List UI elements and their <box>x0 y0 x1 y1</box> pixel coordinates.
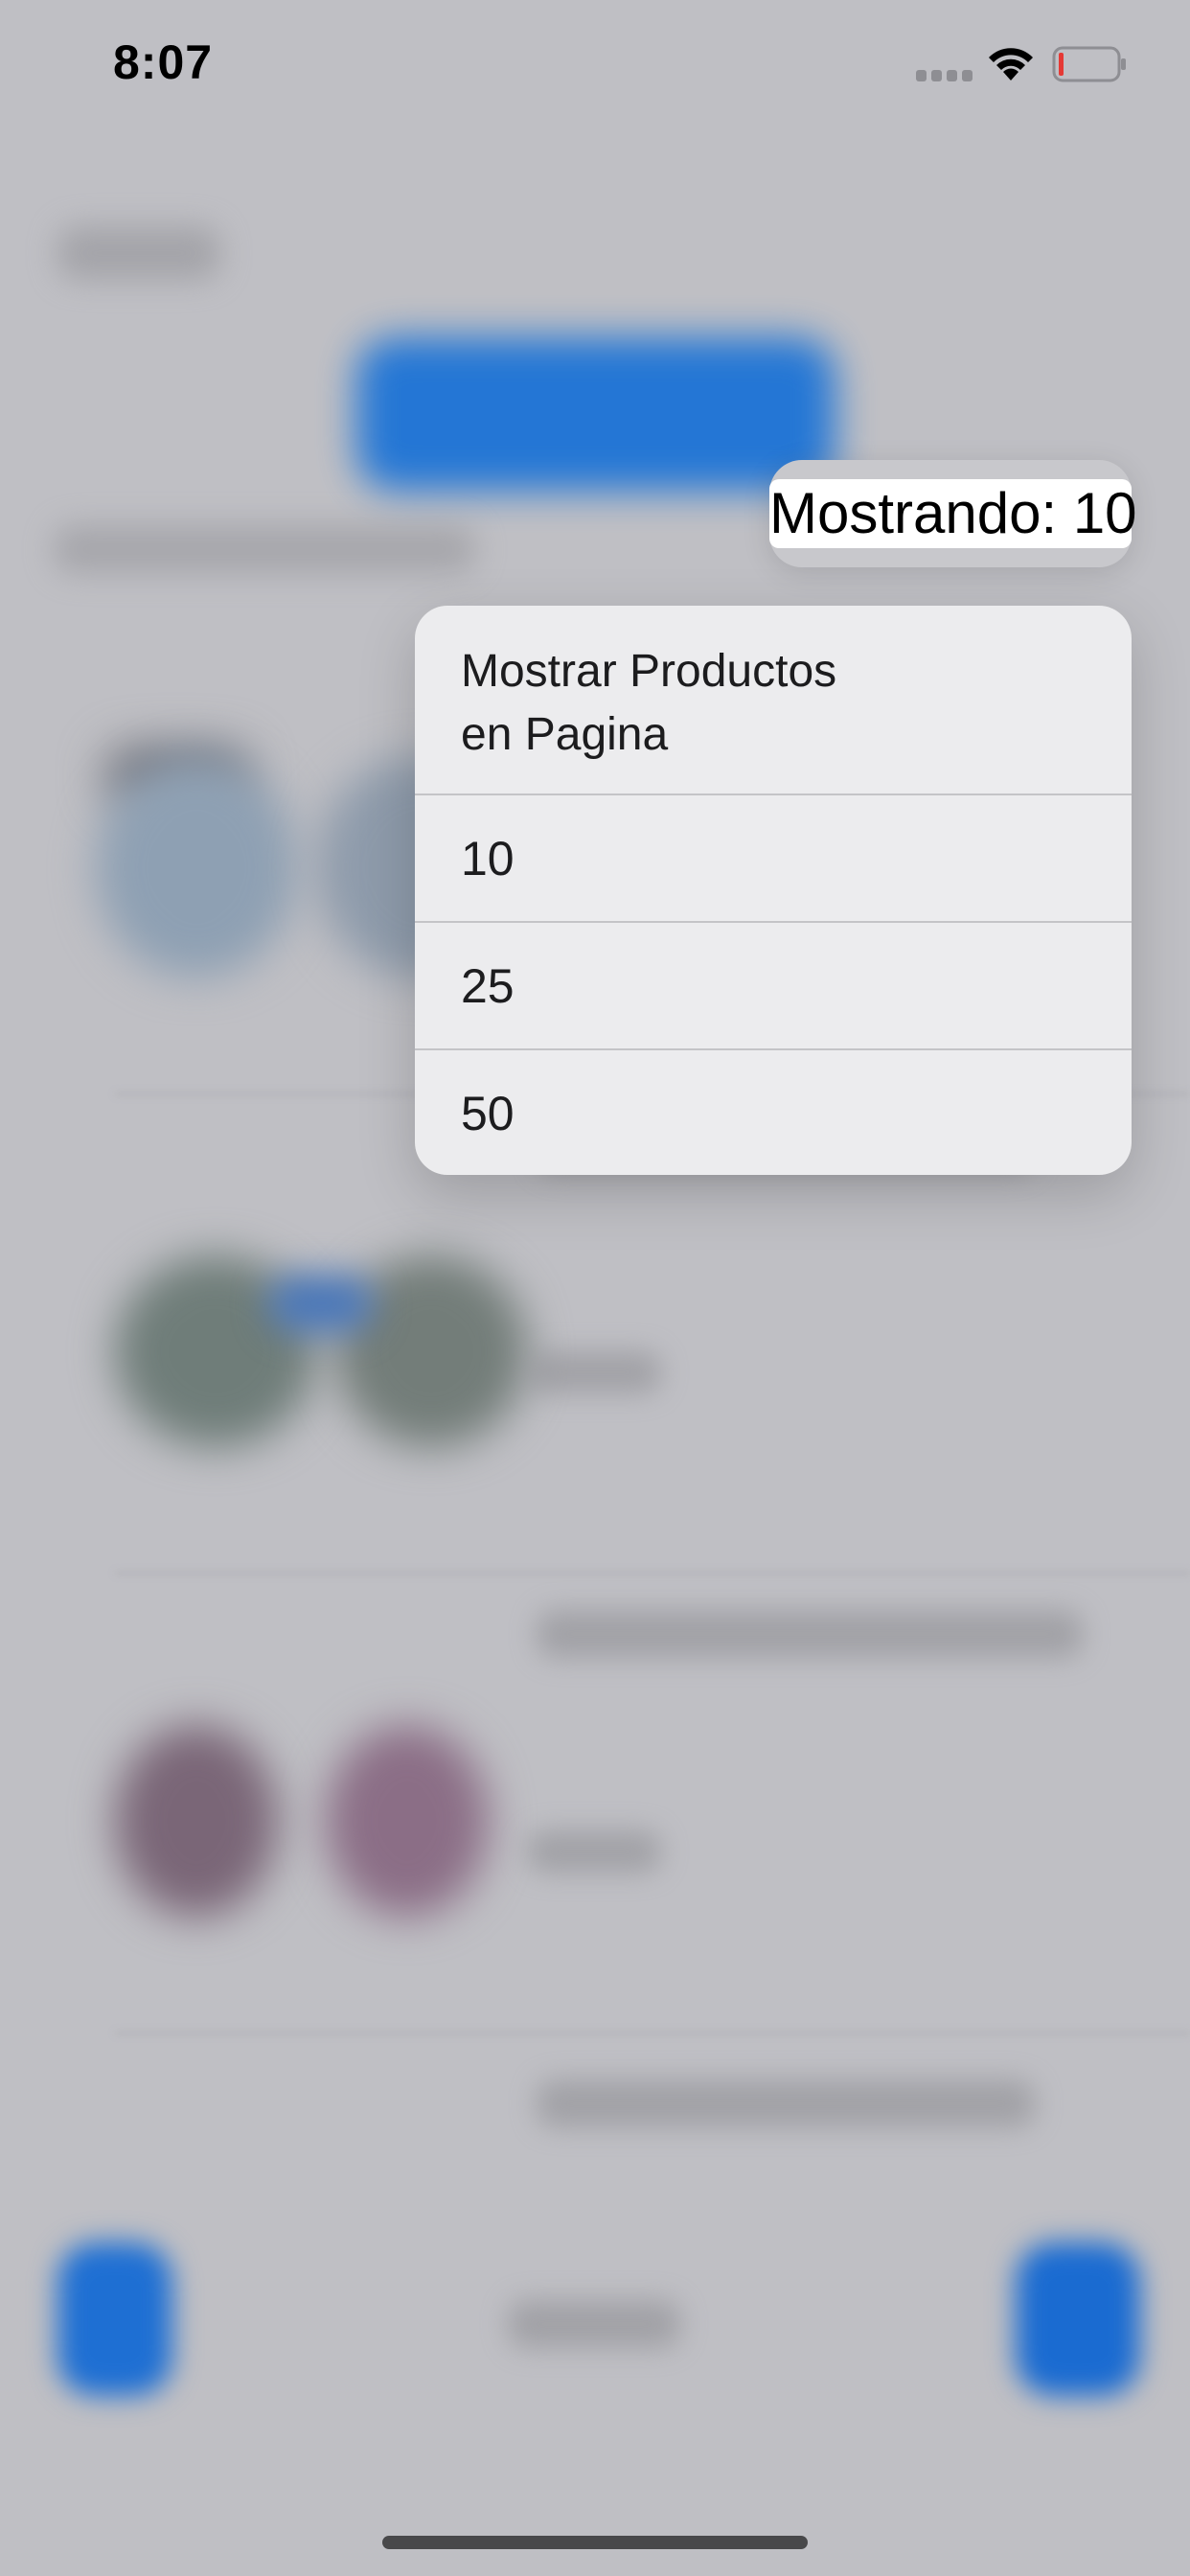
background-prev-button <box>57 2242 172 2396</box>
background-page-label <box>508 2300 680 2348</box>
menu-item-50[interactable]: 50 <box>415 1048 1132 1175</box>
background-section-title <box>54 525 475 573</box>
battery-low-icon <box>1052 46 1126 82</box>
showing-count-label: Mostrando: 10 <box>769 479 1137 548</box>
wifi-icon <box>989 48 1033 80</box>
menu-header: Mostrar Productos en Pagina <box>415 606 1132 794</box>
signal-icon <box>916 70 973 81</box>
background-product-image-bridge <box>268 1275 374 1332</box>
blurred-background <box>0 0 1190 2576</box>
background-product-price <box>527 1830 661 1873</box>
status-bar: 8:07 <box>0 0 1190 126</box>
home-indicator[interactable] <box>382 2536 808 2549</box>
background-next-button <box>1016 2242 1140 2396</box>
status-time: 8:07 <box>113 35 214 89</box>
background-primary-button <box>356 337 835 491</box>
menu-item-label: 50 <box>461 1087 515 1140</box>
background-row-separator <box>115 2032 1190 2035</box>
menu-title: Mostrar Productos en Pagina <box>461 646 837 760</box>
background-nav-title <box>57 226 220 280</box>
background-product-name <box>537 2080 1035 2128</box>
menu-item-label: 10 <box>461 832 515 886</box>
background-product-image <box>115 1725 278 1917</box>
background-row-separator <box>115 1572 1190 1575</box>
background-product-name <box>537 1610 1083 1658</box>
background-product-image <box>326 1725 489 1917</box>
background-product-image <box>96 757 297 978</box>
menu-item-label: 25 <box>461 959 515 1013</box>
menu-item-10[interactable]: 10 <box>415 794 1132 921</box>
page-size-menu: Mostrar Productos en Pagina 10 25 50 <box>415 606 1132 1175</box>
showing-count-button[interactable]: Mostrando: 10 <box>769 460 1137 567</box>
menu-item-25[interactable]: 25 <box>415 921 1132 1048</box>
background-product-price <box>527 1351 661 1393</box>
